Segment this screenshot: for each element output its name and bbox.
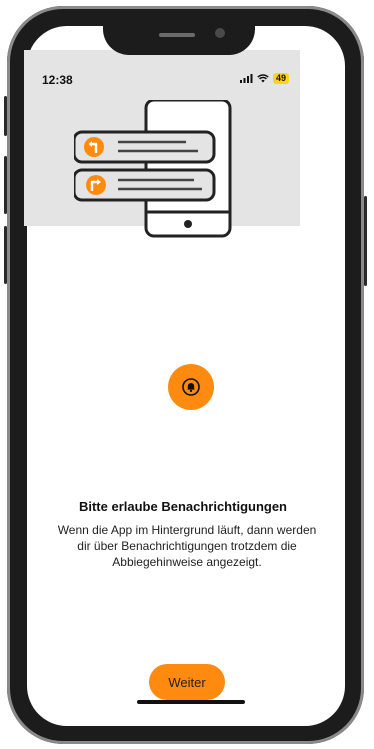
status-right: 49 — [239, 73, 289, 84]
volume-down-button — [4, 226, 7, 284]
status-bar: 12:38 49 — [24, 50, 300, 87]
turn-left-icon — [84, 137, 104, 157]
home-indicator[interactable] — [137, 700, 245, 704]
camera — [215, 28, 225, 38]
bell-icon — [182, 378, 200, 396]
battery-indicator: 49 — [272, 73, 289, 84]
side-button — [4, 96, 7, 136]
hero-illustration-area: 12:38 49 — [24, 50, 300, 238]
speaker — [159, 33, 195, 37]
phone-notification-illustration — [74, 100, 232, 238]
permission-description: Wenn die App im Hintergrund läuft, dann … — [57, 523, 317, 569]
turn-right-icon — [86, 175, 106, 195]
status-time: 12:38 — [42, 73, 73, 87]
notch — [103, 13, 255, 55]
page-title: Bitte erlaube Benachrichtigungen — [78, 499, 288, 514]
cellular-signal-icon — [239, 74, 253, 83]
continue-button[interactable]: Weiter — [149, 664, 225, 700]
wifi-icon — [257, 74, 269, 83]
notification-bell-badge — [168, 364, 214, 410]
power-button — [364, 196, 367, 286]
volume-up-button — [4, 156, 7, 214]
